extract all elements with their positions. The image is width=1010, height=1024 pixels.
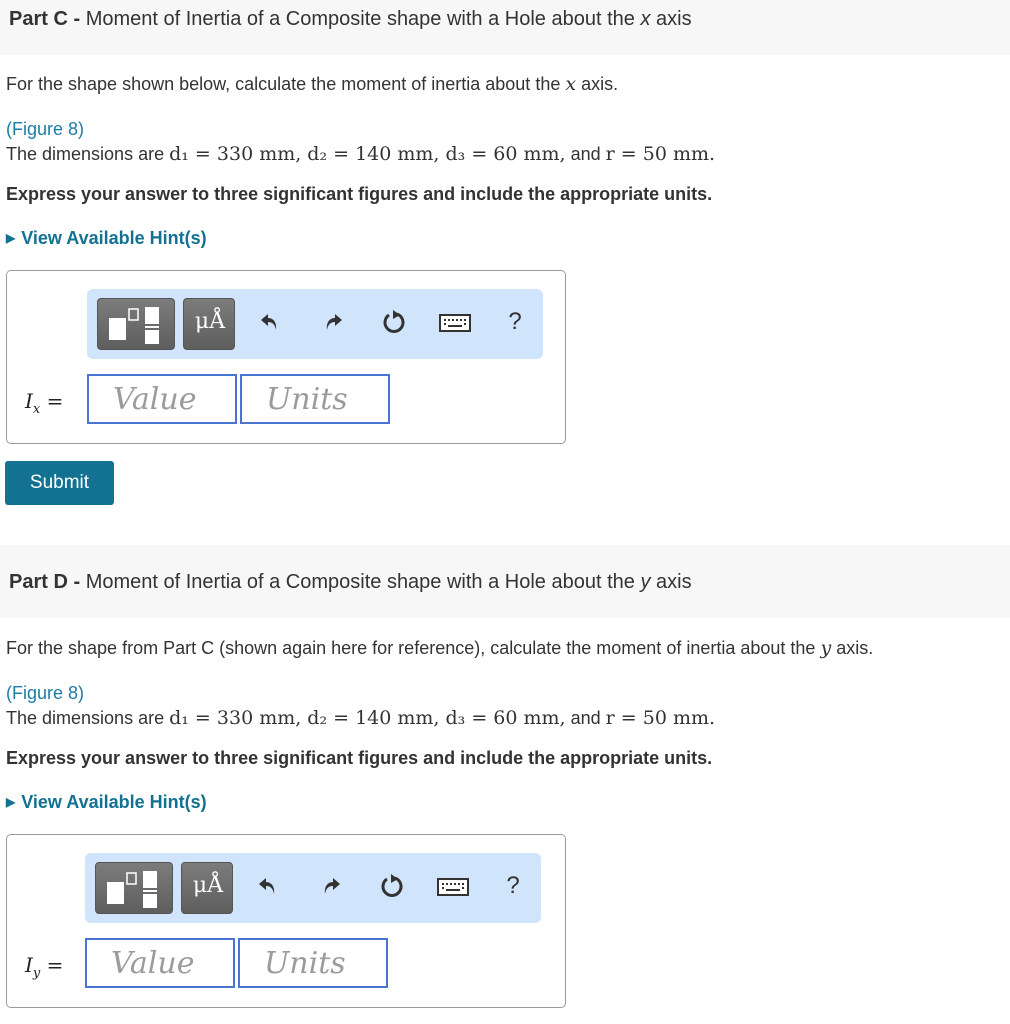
caret-right-icon: ▶ [6, 795, 16, 809]
part-c-answer-box: μÅ ? Ix = [6, 270, 566, 444]
templates-icon [107, 871, 157, 908]
templates-button[interactable] [95, 862, 173, 914]
reset-icon[interactable] [374, 873, 410, 906]
part-c-figure-link[interactable]: (Figure 8) [6, 119, 84, 140]
part-c-dimensions: The dimensions are d₁ = 330 mm, d₂ = 140… [6, 143, 716, 165]
keyboard-icon[interactable] [437, 309, 473, 340]
part-c-value-input[interactable] [89, 376, 235, 422]
units-icon: μÅ [194, 309, 226, 334]
part-c-units-field[interactable] [240, 374, 390, 424]
part-d-figure-link[interactable]: (Figure 8) [6, 683, 84, 704]
units-button[interactable]: μÅ [181, 862, 233, 914]
part-d-prompt: For the shape from Part C (shown again h… [6, 637, 874, 659]
part-d-header: Part D - Moment of Inertia of a Composit… [0, 545, 1010, 618]
undo-icon[interactable] [252, 309, 288, 340]
units-button[interactable]: μÅ [183, 298, 235, 350]
part-c-instruction: Express your answer to three significant… [6, 184, 713, 204]
submit-button[interactable]: Submit [5, 461, 114, 505]
part-c-answer-label: Ix = [25, 389, 64, 417]
undo-icon[interactable] [250, 873, 286, 904]
caret-right-icon: ▶ [6, 231, 16, 245]
help-icon[interactable]: ? [495, 872, 531, 900]
part-d-answer-box: μÅ ? Iy = [6, 834, 566, 1008]
part-d-units-input[interactable] [240, 940, 386, 986]
part-c-header: Part C - Moment of Inertia of a Composit… [0, 0, 1010, 55]
help-icon[interactable]: ? [497, 308, 533, 336]
part-c-prompt: For the shape shown below, calculate the… [6, 73, 619, 95]
part-d-units-field[interactable] [238, 938, 388, 988]
redo-icon[interactable] [313, 873, 349, 904]
part-c-value-field[interactable] [87, 374, 237, 424]
redo-icon[interactable] [315, 309, 351, 340]
keyboard-icon[interactable] [435, 873, 471, 904]
templates-icon [109, 307, 159, 344]
part-c-units-input[interactable] [242, 376, 388, 422]
templates-button[interactable] [97, 298, 175, 350]
reset-icon[interactable] [376, 309, 412, 342]
part-d-title: Part D - Moment of Inertia of a Composit… [9, 571, 692, 593]
part-c-math-toolbar: μÅ ? [87, 289, 543, 359]
part-d-value-field[interactable] [85, 938, 235, 988]
units-icon: μÅ [192, 873, 224, 898]
part-d-hint-toggle[interactable]: ▶ View Available Hint(s) [6, 792, 207, 813]
part-d-instruction: Express your answer to three significant… [6, 748, 713, 768]
part-d-answer-label: Iy = [25, 953, 64, 981]
part-d-value-input[interactable] [87, 940, 233, 986]
part-c-title: Part C - Moment of Inertia of a Composit… [9, 8, 692, 30]
part-d-math-toolbar: μÅ ? [85, 853, 541, 923]
part-d-dimensions: The dimensions are d₁ = 330 mm, d₂ = 140… [6, 707, 716, 729]
part-c-hint-toggle[interactable]: ▶ View Available Hint(s) [6, 228, 207, 249]
